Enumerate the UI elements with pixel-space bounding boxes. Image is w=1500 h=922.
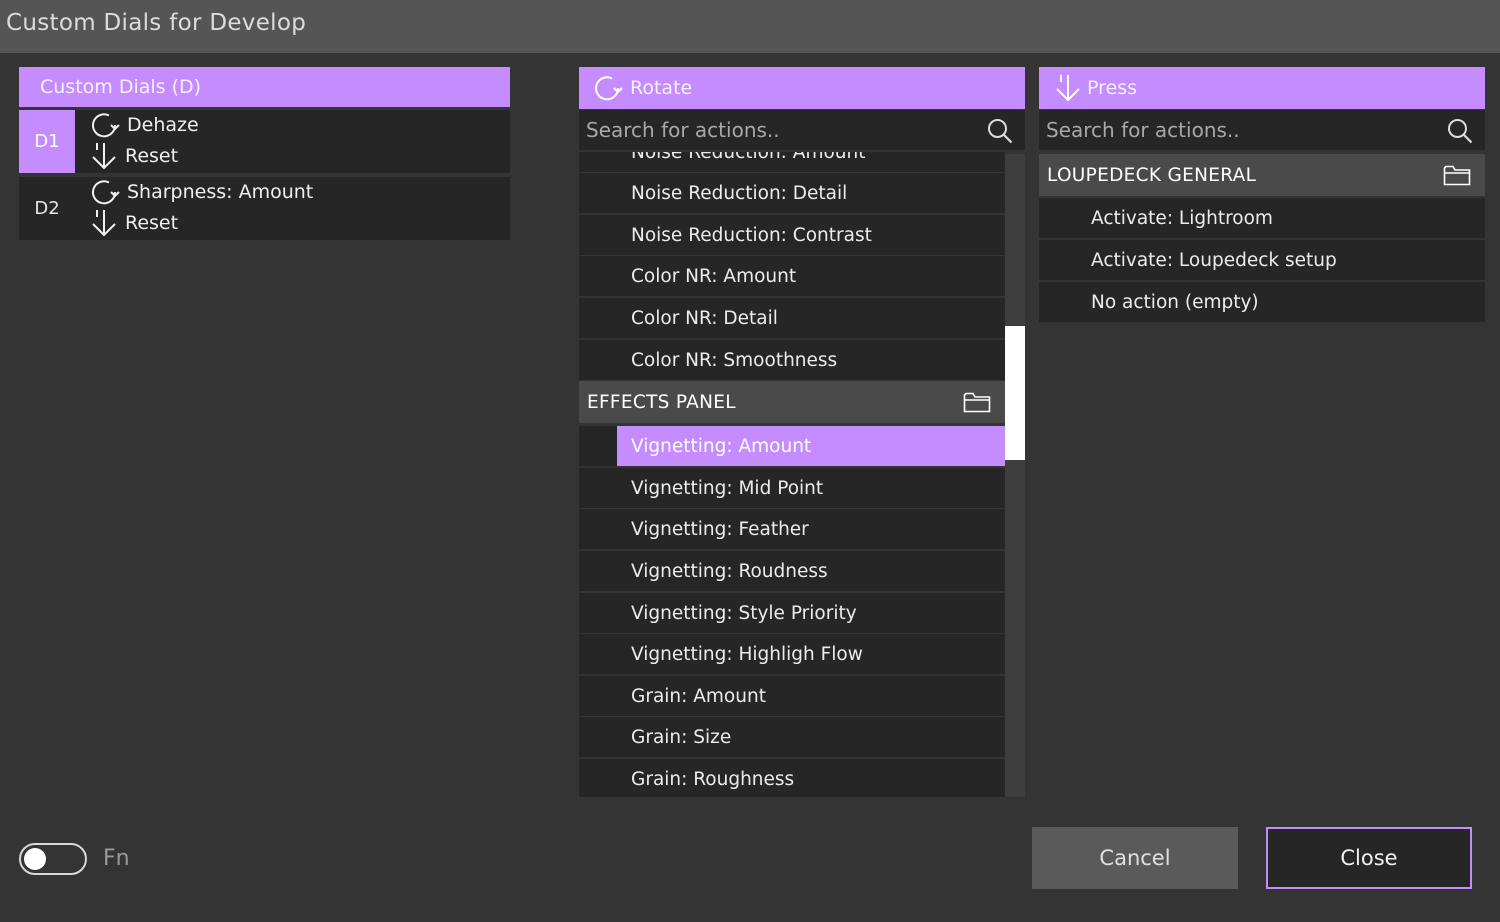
toggle-knob	[24, 848, 46, 870]
fn-toggle[interactable]	[19, 843, 87, 875]
list-item[interactable]: Color NR: Detail	[579, 298, 1005, 338]
dial-press-action: Reset	[89, 141, 178, 171]
list-item[interactable]: Color NR: Amount	[579, 256, 1005, 296]
rotate-icon	[595, 76, 623, 101]
window-title: Custom Dials for Develop	[6, 10, 307, 36]
list-item[interactable]: Grain: Roughness	[579, 759, 1005, 797]
press-search-input[interactable]	[1039, 117, 1428, 143]
press-header-label: Press	[1087, 77, 1138, 99]
folder-icon	[963, 392, 991, 413]
list-item[interactable]: Grain: Amount	[579, 676, 1005, 716]
press-search	[1039, 110, 1485, 150]
search-icon[interactable]	[1447, 118, 1473, 144]
group-effects-panel[interactable]: EFFECTS PANEL	[579, 381, 1005, 423]
close-button[interactable]: Close	[1266, 827, 1472, 889]
list-item[interactable]: Grain: Size	[579, 717, 1005, 757]
dial-key: D1	[19, 110, 75, 173]
dial-rotate-label: Sharpness: Amount	[127, 181, 314, 203]
press-down-icon	[92, 143, 116, 170]
rotate-header-label: Rotate	[630, 77, 693, 99]
dial-press-action: Reset	[89, 208, 178, 238]
list-item[interactable]: Color NR: Smoothness	[579, 340, 1005, 380]
rotate-icon	[92, 113, 120, 138]
dial-press-label: Reset	[125, 145, 179, 167]
fn-label: Fn	[103, 846, 130, 871]
list-item[interactable]: Noise Reduction: Detail	[579, 173, 1005, 213]
rotate-search-input[interactable]	[579, 117, 968, 143]
list-item[interactable]: Vignetting: Style Priority	[579, 593, 1005, 633]
dial-press-label: Reset	[125, 212, 179, 234]
press-header: Press	[1039, 67, 1485, 109]
dial-rotate-action: Dehaze	[89, 110, 199, 140]
dials-header-label: Custom Dials (D)	[40, 76, 202, 98]
list-item[interactable]: Vignetting: Mid Point	[579, 468, 1005, 508]
list-item-selected[interactable]: Vignetting: Amount	[617, 426, 1005, 466]
list-item[interactable]: Noise Reduction: Amount	[579, 152, 1005, 172]
folder-icon	[1443, 165, 1471, 186]
list-item[interactable]: Activate: Loupedeck setup	[1039, 240, 1485, 280]
list-item[interactable]: Activate: Lightroom	[1039, 198, 1485, 238]
cancel-button[interactable]: Cancel	[1032, 827, 1238, 889]
dials-header: Custom Dials (D)	[19, 67, 510, 107]
dial-row-d1[interactable]: D1 Dehaze Reset	[19, 110, 510, 173]
press-down-icon	[1056, 75, 1080, 102]
rotate-list-scrollbar[interactable]	[1005, 154, 1025, 797]
dial-key: D2	[34, 198, 60, 219]
rotate-action-list[interactable]: Noise Reduction: Amount Noise Reduction:…	[579, 152, 1005, 797]
title-bar: Custom Dials for Develop	[0, 0, 1500, 53]
search-icon[interactable]	[987, 118, 1013, 144]
rotate-search	[579, 110, 1025, 150]
list-item[interactable]: No action (empty)	[1039, 282, 1485, 322]
scrollbar-thumb[interactable]	[1005, 326, 1025, 460]
list-item[interactable]: Vignetting: Feather	[579, 509, 1005, 549]
rotate-header: Rotate	[579, 67, 1025, 109]
list-item[interactable]: Noise Reduction: Contrast	[579, 215, 1005, 255]
press-down-icon	[92, 210, 116, 237]
group-loupedeck-general[interactable]: LOUPEDECK GENERAL	[1039, 154, 1485, 196]
dial-row-d2[interactable]: D2 Sharpness: Amount Reset	[19, 177, 510, 240]
dial-rotate-label: Dehaze	[127, 114, 199, 136]
list-item[interactable]: Vignetting: Highligh Flow	[579, 634, 1005, 674]
press-action-list[interactable]: LOUPEDECK GENERAL Activate: Lightroom Ac…	[1039, 154, 1485, 324]
rotate-icon	[92, 180, 120, 205]
dial-rotate-action: Sharpness: Amount	[89, 177, 313, 207]
list-item-selected-row[interactable]: Vignetting: Amount	[579, 426, 1005, 466]
list-item[interactable]: Vignetting: Roudness	[579, 551, 1005, 591]
